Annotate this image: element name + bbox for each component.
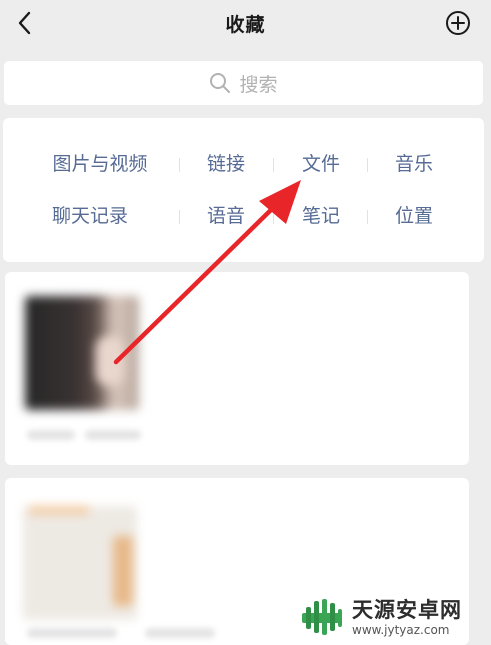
category-panel: 图片与视频 链接 文件 音乐 聊天记录 语音 笔记 位置: [3, 118, 484, 262]
add-button[interactable]: [445, 10, 471, 36]
favorite-thumbnail: [25, 296, 139, 410]
search-icon: [210, 73, 231, 93]
android-logo-icon: [302, 599, 342, 635]
category-music[interactable]: 音乐: [395, 152, 433, 176]
divider: [273, 210, 274, 224]
blurred-text: [27, 430, 75, 440]
page-title: 收藏: [225, 13, 266, 36]
divider: [367, 210, 368, 224]
blurred-text: [145, 628, 215, 638]
divider: [179, 158, 180, 172]
top-bar: 收藏: [0, 0, 491, 46]
watermark: 天源安卓网 www.jytyaz.com: [298, 592, 488, 642]
watermark-url: www.jytyaz.com: [352, 623, 450, 637]
blurred-text: [27, 628, 117, 638]
category-notes[interactable]: 笔记: [302, 204, 340, 228]
divider: [179, 210, 180, 224]
blurred-text: [85, 430, 141, 440]
watermark-title: 天源安卓网: [352, 598, 462, 622]
divider: [273, 158, 274, 172]
favorite-item[interactable]: [5, 272, 469, 465]
favorite-thumbnail: [23, 506, 137, 620]
chevron-left-icon: [18, 11, 31, 35]
category-voice[interactable]: 语音: [207, 204, 245, 228]
category-chat-history[interactable]: 聊天记录: [52, 204, 128, 228]
divider: [367, 158, 368, 172]
search-bar[interactable]: 搜索: [4, 61, 483, 105]
category-photos-videos[interactable]: 图片与视频: [52, 152, 147, 176]
plus-circle-icon: [446, 11, 470, 35]
back-button[interactable]: [10, 8, 40, 38]
category-location[interactable]: 位置: [395, 204, 433, 228]
category-files[interactable]: 文件: [302, 152, 340, 176]
category-links[interactable]: 链接: [207, 152, 245, 176]
search-placeholder: 搜索: [239, 73, 278, 96]
